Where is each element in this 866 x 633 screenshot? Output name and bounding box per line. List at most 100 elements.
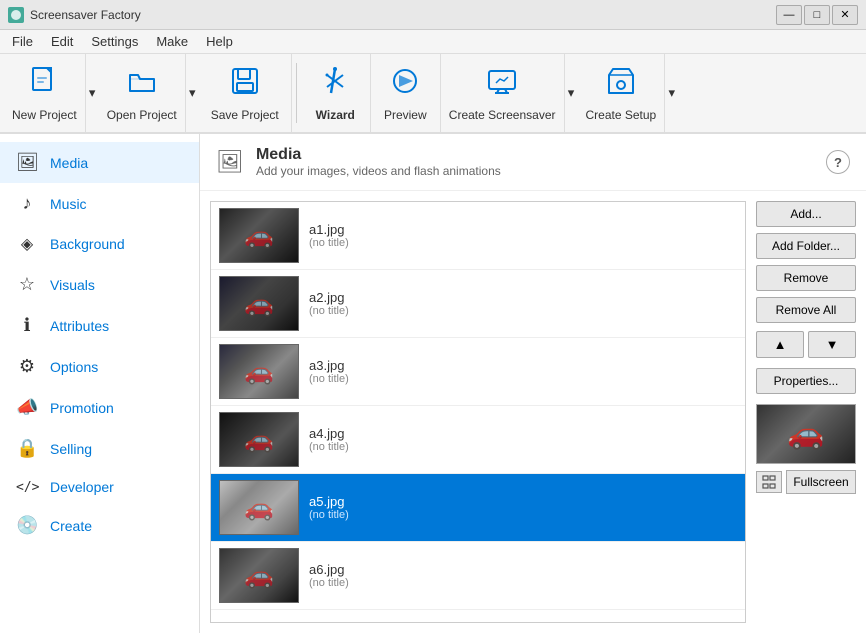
create-screensaver-button[interactable]: Create Screensaver: [441, 54, 564, 132]
window-title: Screensaver Factory: [30, 8, 141, 22]
content-area: 🖼 Media Add your images, videos and flas…: [200, 134, 866, 633]
create-screensaver-icon: [486, 65, 518, 104]
remove-all-button[interactable]: Remove All: [756, 297, 856, 323]
menu-edit[interactable]: Edit: [43, 32, 81, 51]
create-screensaver-label: Create Screensaver: [449, 108, 556, 122]
options-icon: ⚙: [16, 356, 38, 377]
sidebar-label-selling: Selling: [50, 441, 92, 457]
media-item-name-3: a3.jpg: [309, 358, 349, 373]
fullscreen-button[interactable]: Fullscreen: [786, 470, 856, 494]
visuals-icon: ☆: [16, 274, 38, 295]
promotion-icon: 📣: [16, 397, 38, 418]
sidebar-label-create: Create: [50, 518, 92, 534]
sidebar-label-promotion: Promotion: [50, 400, 114, 416]
wizard-label: Wizard: [316, 108, 355, 122]
save-project-button[interactable]: Save Project: [199, 54, 292, 132]
app-icon: [8, 7, 24, 23]
media-thumb-6: [219, 548, 299, 603]
maximize-button[interactable]: □: [804, 5, 830, 25]
create-setup-dropdown[interactable]: ▾: [664, 54, 678, 132]
help-button[interactable]: ?: [826, 150, 850, 174]
sidebar-item-music[interactable]: ♪ Music: [0, 183, 199, 224]
menu-file[interactable]: File: [4, 32, 41, 51]
media-item[interactable]: a3.jpg (no title): [211, 338, 745, 406]
media-thumb-3: [219, 344, 299, 399]
media-thumb-1: [219, 208, 299, 263]
media-item-name-1: a1.jpg: [309, 222, 349, 237]
media-item[interactable]: a4.jpg (no title): [211, 406, 745, 474]
toolbar: New Project ▾ Open Project ▾ Save Projec…: [0, 54, 866, 134]
menu-settings[interactable]: Settings: [83, 32, 146, 51]
sidebar-item-promotion[interactable]: 📣 Promotion: [0, 387, 199, 428]
media-item-name-2: a2.jpg: [309, 290, 349, 305]
sidebar-item-selling[interactable]: 🔒 Selling: [0, 428, 199, 469]
preview-button[interactable]: Preview: [371, 54, 441, 132]
new-project-button[interactable]: New Project: [4, 54, 85, 132]
media-thumb-2: [219, 276, 299, 331]
music-icon: ♪: [16, 193, 38, 214]
open-project-button[interactable]: Open Project: [99, 54, 185, 132]
content-header-icon: 🖼: [216, 149, 244, 175]
media-list[interactable]: a1.jpg (no title) a2.jpg (no title): [211, 202, 745, 622]
media-body: a1.jpg (no title) a2.jpg (no title): [200, 191, 866, 633]
preview-icon: [389, 65, 421, 104]
media-item-subtitle-3: (no title): [309, 373, 349, 385]
save-project-icon: [229, 65, 261, 104]
media-thumb-5: [219, 480, 299, 535]
create-setup-btn-group: Create Setup ▾: [578, 54, 679, 132]
media-item-subtitle-5: (no title): [309, 509, 349, 521]
media-item-subtitle-4: (no title): [309, 441, 349, 453]
properties-button[interactable]: Properties...: [756, 368, 856, 394]
sidebar-item-developer[interactable]: </> Developer: [0, 469, 199, 505]
sidebar-item-create[interactable]: 💿 Create: [0, 505, 199, 546]
open-project-dropdown[interactable]: ▾: [185, 54, 199, 132]
move-up-button[interactable]: ▲: [756, 331, 804, 358]
media-item[interactable]: a1.jpg (no title): [211, 202, 745, 270]
media-list-wrapper: a1.jpg (no title) a2.jpg (no title): [210, 201, 746, 623]
right-panel: Add... Add Folder... Remove Remove All ▲…: [756, 201, 856, 623]
menu-help[interactable]: Help: [198, 32, 241, 51]
media-item-selected[interactable]: a5.jpg (no title): [211, 474, 745, 542]
create-setup-button[interactable]: Create Setup: [578, 54, 665, 132]
open-project-label: Open Project: [107, 108, 177, 122]
media-item[interactable]: a2.jpg (no title): [211, 270, 745, 338]
media-item-name-6: a6.jpg: [309, 562, 349, 577]
menubar: File Edit Settings Make Help: [0, 30, 866, 54]
create-icon: 💿: [16, 515, 38, 536]
media-item-subtitle-6: (no title): [309, 577, 349, 589]
sidebar-item-media[interactable]: 🖼 Media: [0, 142, 199, 183]
close-button[interactable]: ✕: [832, 5, 858, 25]
preview-label: Preview: [384, 108, 427, 122]
move-buttons: ▲ ▼: [756, 331, 856, 358]
minimize-button[interactable]: —: [776, 5, 802, 25]
main-container: 🖼 Media ♪ Music ◈ Background ☆ Visuals ℹ…: [0, 134, 866, 633]
content-header-title: Media: [256, 146, 501, 164]
add-button[interactable]: Add...: [756, 201, 856, 227]
content-header: 🖼 Media Add your images, videos and flas…: [200, 134, 866, 191]
remove-button[interactable]: Remove: [756, 265, 856, 291]
add-folder-button[interactable]: Add Folder...: [756, 233, 856, 259]
media-item-name-5: a5.jpg: [309, 494, 349, 509]
media-item-info-1: a1.jpg (no title): [309, 222, 349, 249]
sidebar-item-background[interactable]: ◈ Background: [0, 224, 199, 264]
new-project-dropdown[interactable]: ▾: [85, 54, 99, 132]
sidebar-item-options[interactable]: ⚙ Options: [0, 346, 199, 387]
sidebar-item-visuals[interactable]: ☆ Visuals: [0, 264, 199, 305]
new-project-label: New Project: [12, 108, 77, 122]
media-item-info-3: a3.jpg (no title): [309, 358, 349, 385]
sidebar-item-attributes[interactable]: ℹ Attributes: [0, 305, 199, 346]
menu-make[interactable]: Make: [148, 32, 196, 51]
preview-thumbnail: [756, 404, 856, 464]
fullscreen-icon-button[interactable]: [756, 471, 782, 493]
sidebar-label-music: Music: [50, 196, 87, 212]
new-project-icon: [28, 65, 60, 104]
move-down-button[interactable]: ▼: [808, 331, 856, 358]
wizard-button[interactable]: Wizard: [301, 54, 371, 132]
media-item-subtitle-2: (no title): [309, 305, 349, 317]
content-header-subtitle: Add your images, videos and flash animat…: [256, 164, 501, 178]
media-item[interactable]: a6.jpg (no title): [211, 542, 745, 610]
media-icon: 🖼: [16, 152, 38, 173]
create-screensaver-dropdown[interactable]: ▾: [564, 54, 578, 132]
sidebar-label-visuals: Visuals: [50, 277, 95, 293]
media-item-subtitle-1: (no title): [309, 237, 349, 249]
